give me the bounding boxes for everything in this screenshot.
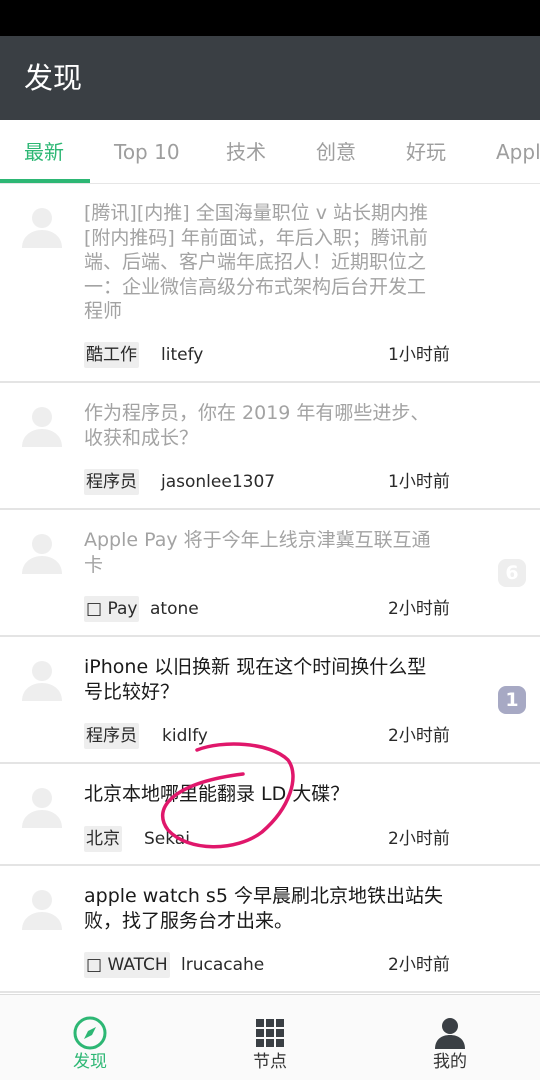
topic-time: 1小时前 [388,345,450,365]
topic-time: 2小时前 [388,599,450,619]
compass-icon [73,1016,107,1050]
nav-discover-label: 发现 [73,1052,107,1072]
avatar[interactable] [18,202,66,250]
topic-title[interactable]: [腾讯][内推] 全国海量职位 v 站长期内推 [附内推码] 年前面试，年后入职… [84,201,468,324]
tab-fun[interactable]: 好玩 [406,120,446,183]
username[interactable]: kidlfy [162,723,208,749]
username[interactable]: lrucacahe [181,952,264,978]
topic-time: 2小时前 [388,829,450,849]
tab-bar: 最新 Top 10 技术 创意 好玩 Apple [0,120,540,184]
nav-discover[interactable]: 发现 [0,995,180,1080]
node-tag[interactable]: □ WATCH [84,952,170,978]
topic-time: 2小时前 [388,955,450,975]
avatar[interactable] [18,401,66,449]
app-bar: 发现 [0,36,540,120]
grid-icon [256,1019,284,1047]
username[interactable]: Sekai [144,826,190,852]
node-tag[interactable]: 酷工作 [84,342,139,368]
topic-item[interactable]: [腾讯][内推] 全国海量职位 v 站长期内推 [附内推码] 年前面试，年后入职… [0,184,540,383]
node-tag[interactable]: 北京 [84,826,122,852]
status-bar [0,0,540,36]
nav-nodes[interactable]: 节点 [180,995,360,1080]
reply-count-badge: 6 [498,559,526,587]
tab-tech[interactable]: 技术 [226,120,266,183]
topic-item[interactable]: 北京本地哪里能翻录 LD 大碟？ 北京 Sekai 2小时前 [0,764,540,866]
topic-time: 2小时前 [388,726,450,746]
avatar[interactable] [18,782,66,830]
tab-top10[interactable]: Top 10 [114,120,180,183]
topic-meta: 程序员 jasonlee1307 [84,469,275,495]
bottom-navigation: 发现 节点 我的 [0,994,540,1080]
topic-title[interactable]: iPhone 以旧换新 现在这个时间换什么型 号比较好？ [84,655,468,704]
reply-count-badge: 1 [498,686,526,714]
person-icon [435,1018,465,1049]
topic-list[interactable]: [腾讯][内推] 全国海量职位 v 站长期内推 [附内推码] 年前面试，年后入职… [0,184,540,994]
page-title: 发现 [24,61,83,95]
username[interactable]: litefy [161,342,203,368]
tab-creative[interactable]: 创意 [316,120,356,183]
topic-title[interactable]: apple watch s5 今早晨刷北京地铁出站失 败，找了服务台才出来。 [84,884,468,933]
nav-me-label: 我的 [433,1052,467,1072]
tab-latest[interactable]: 最新 [24,120,64,183]
topic-title[interactable]: 作为程序员，你在 2019 年有哪些进步、 收获和成长？ [84,401,468,450]
topic-title[interactable]: 北京本地哪里能翻录 LD 大碟？ [84,782,468,807]
topic-time: 1小时前 [388,472,450,492]
topic-title[interactable]: Apple Pay 将于今年上线京津冀互联互通 卡 [84,528,468,577]
avatar[interactable] [18,655,66,703]
topic-item[interactable]: iPhone 以旧换新 现在这个时间换什么型 号比较好？ 1 程序员 kidlf… [0,637,540,764]
nav-me[interactable]: 我的 [360,995,540,1080]
topic-item[interactable]: Apple Pay 将于今年上线京津冀互联互通 卡 6 □ Pay atone … [0,510,540,637]
topic-meta: 北京 Sekai [84,826,190,852]
topic-item[interactable]: apple watch s5 今早晨刷北京地铁出站失 败，找了服务台才出来。 □… [0,866,540,993]
node-tag[interactable]: □ Pay [84,596,140,622]
username[interactable]: atone [150,596,199,622]
tab-apple[interactable]: Apple [496,120,540,183]
apple-logo-icon: □ [86,955,103,975]
avatar[interactable] [18,884,66,932]
node-tag[interactable]: 程序员 [84,469,139,495]
topic-meta: 酷工作 litefy [84,342,203,368]
tab-indicator [0,179,90,183]
topic-meta: □ WATCH lrucacahe [84,952,264,978]
topic-meta: 程序员 kidlfy [84,723,208,749]
nav-nodes-label: 节点 [253,1052,287,1072]
topic-item[interactable]: 作为程序员，你在 2019 年有哪些进步、 收获和成长？ 程序员 jasonle… [0,383,540,510]
apple-logo-icon: □ [86,599,103,619]
avatar[interactable] [18,528,66,576]
node-tag[interactable]: 程序员 [84,723,139,749]
username[interactable]: jasonlee1307 [161,469,275,495]
topic-meta: □ Pay atone [84,596,199,622]
